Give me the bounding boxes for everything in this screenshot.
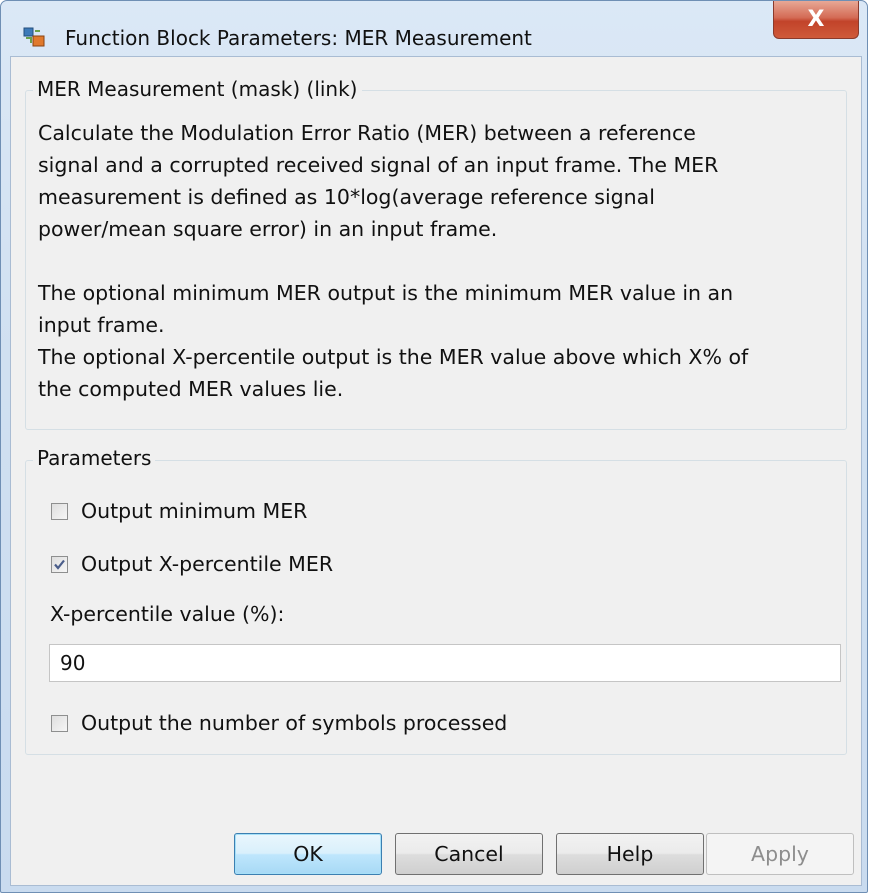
title-bar[interactable]: Function Block Parameters: MER Measureme… [1, 1, 867, 50]
x-percentile-value-label: X-percentile value (%): [50, 602, 285, 626]
close-icon: X [807, 7, 825, 32]
output-num-symbols-checkbox-row[interactable]: Output the number of symbols processed [51, 711, 507, 735]
output-minimum-mer-checkbox-row[interactable]: Output minimum MER [51, 499, 307, 523]
description-text: Calculate the Modulation Error Ratio (ME… [38, 117, 838, 405]
help-button[interactable]: Help [556, 833, 704, 875]
description-line: Calculate the Modulation Error Ratio (ME… [38, 121, 696, 145]
cancel-button[interactable]: Cancel [395, 833, 543, 875]
apply-button: Apply [706, 833, 854, 875]
output-minimum-mer-checkbox[interactable] [51, 502, 68, 520]
parameters-group-legend: Parameters [33, 446, 156, 470]
window-title: Function Block Parameters: MER Measureme… [65, 26, 532, 50]
description-line: The optional X-percentile output is the … [38, 345, 749, 369]
output-x-percentile-mer-label: Output X-percentile MER [81, 552, 334, 576]
x-percentile-value-input[interactable] [49, 644, 841, 682]
close-button[interactable]: X [773, 1, 859, 39]
output-x-percentile-mer-checkbox-row[interactable]: Output X-percentile MER [51, 552, 333, 576]
checkmark-icon [54, 559, 65, 570]
description-group-legend: MER Measurement (mask) (link) [33, 77, 362, 101]
output-num-symbols-checkbox[interactable] [51, 714, 68, 732]
description-line [38, 245, 838, 277]
output-num-symbols-label: Output the number of symbols processed [81, 711, 508, 735]
description-line: The optional minimum MER output is the m… [38, 281, 734, 305]
description-line: power/mean square error) in an input fra… [38, 217, 498, 241]
description-line: input frame. [38, 313, 165, 337]
description-line: signal and a corrupted received signal o… [38, 153, 719, 177]
output-x-percentile-mer-checkbox[interactable] [51, 555, 68, 573]
simulink-block-icon [23, 27, 45, 47]
description-line: the computed MER values lie. [38, 377, 344, 401]
description-line: measurement is defined as 10*log(average… [38, 185, 655, 209]
output-minimum-mer-label: Output minimum MER [81, 499, 308, 523]
dialog-client-area: MER Measurement (mask) (link) Calculate … [10, 56, 862, 886]
dialog-window: Function Block Parameters: MER Measureme… [0, 0, 868, 893]
ok-button[interactable]: OK [234, 833, 382, 875]
